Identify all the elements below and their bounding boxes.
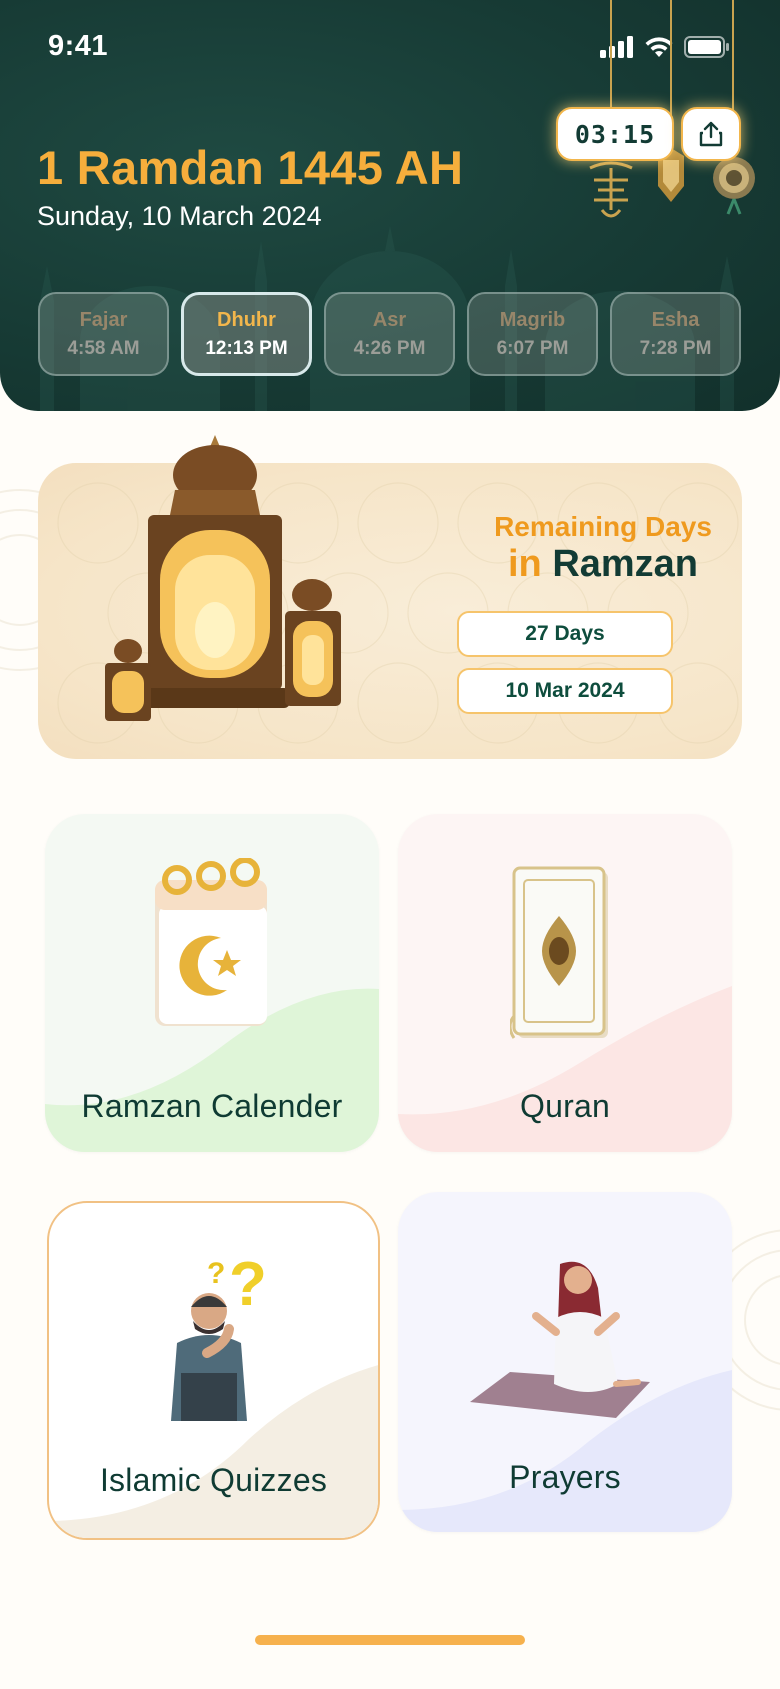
- prayer-name: Asr: [372, 308, 407, 331]
- prayer-time: 12:13 PM: [205, 337, 288, 359]
- status-time: 9:41: [48, 30, 109, 62]
- prayer-time: 7:28 PM: [639, 337, 712, 359]
- countdown-timer: 03:15: [556, 107, 674, 161]
- date-pill: 10 Mar 2024: [457, 668, 673, 714]
- tile-label: Quran: [520, 1088, 610, 1124]
- tile-quran[interactable]: Quran: [398, 814, 732, 1152]
- prayer-chip-magrib[interactable]: Magrib 6:07 PM: [467, 292, 598, 376]
- remaining-in-label: in: [507, 543, 542, 585]
- prayer-time: 4:58 AM: [67, 337, 140, 359]
- home-indicator[interactable]: [255, 1635, 525, 1645]
- remaining-days-subtitle: in Ramzan: [448, 543, 758, 586]
- remaining-ramzan-label: Ramzan: [552, 543, 699, 585]
- status-icons: [600, 36, 730, 58]
- prayer-name: Fajar: [79, 308, 128, 331]
- gregorian-date: Sunday, 10 March 2024: [37, 201, 322, 231]
- hijri-date: 1 Ramdan 1445 AH: [37, 141, 464, 194]
- prayer-name: Magrib: [499, 308, 566, 331]
- tile-label: Prayers: [509, 1459, 621, 1495]
- lantern-icon: [589, 161, 633, 218]
- tile-label: Islamic Quizzes: [99, 1462, 328, 1498]
- remaining-days-title: Remaining Days: [494, 511, 712, 542]
- tile-prayers[interactable]: Prayers: [398, 1192, 732, 1532]
- signal-icon: [600, 36, 633, 58]
- tile-label: Ramzan Calender: [81, 1088, 343, 1124]
- header: 9:41 1 Ramdan 1445 AH Sunday, 10 March 2…: [0, 0, 780, 411]
- lantern-icon: [105, 435, 341, 721]
- prayer-time: 4:26 PM: [353, 337, 426, 359]
- prayer-times-row: Fajar 4:58 AM Dhuhr 12:13 PM Asr 4:26 PM…: [38, 292, 741, 376]
- prayer-chip-asr[interactable]: Asr 4:26 PM: [324, 292, 455, 376]
- prayer-time: 6:07 PM: [496, 337, 569, 359]
- svg-text:?: ?: [229, 1250, 267, 1319]
- prayer-name: Esha: [651, 308, 700, 331]
- tile-ramzan-calender[interactable]: Ramzan Calender: [45, 814, 379, 1152]
- share-icon: [699, 121, 723, 147]
- status-bar: 9:41: [0, 0, 780, 95]
- quiz-icon: ? ?: [171, 1250, 267, 1421]
- calendar-icon: [155, 858, 267, 1026]
- tile-islamic-quizzes[interactable]: ? ? Islamic Quizzes: [47, 1201, 380, 1540]
- share-button[interactable]: [681, 107, 741, 161]
- prayer-chip-esha[interactable]: Esha 7:28 PM: [610, 292, 741, 376]
- svg-text:?: ?: [207, 1257, 225, 1290]
- prayer-chip-dhuhr[interactable]: Dhuhr 12:13 PM: [181, 292, 312, 376]
- quran-icon: [510, 866, 608, 1039]
- prayer-chip-fajar[interactable]: Fajar 4:58 AM: [38, 292, 169, 376]
- prayer-icon: [470, 1261, 650, 1418]
- prayer-name: Dhuhr: [217, 308, 276, 331]
- days-remaining-pill: 27 Days: [457, 611, 673, 657]
- battery-icon: [684, 36, 729, 58]
